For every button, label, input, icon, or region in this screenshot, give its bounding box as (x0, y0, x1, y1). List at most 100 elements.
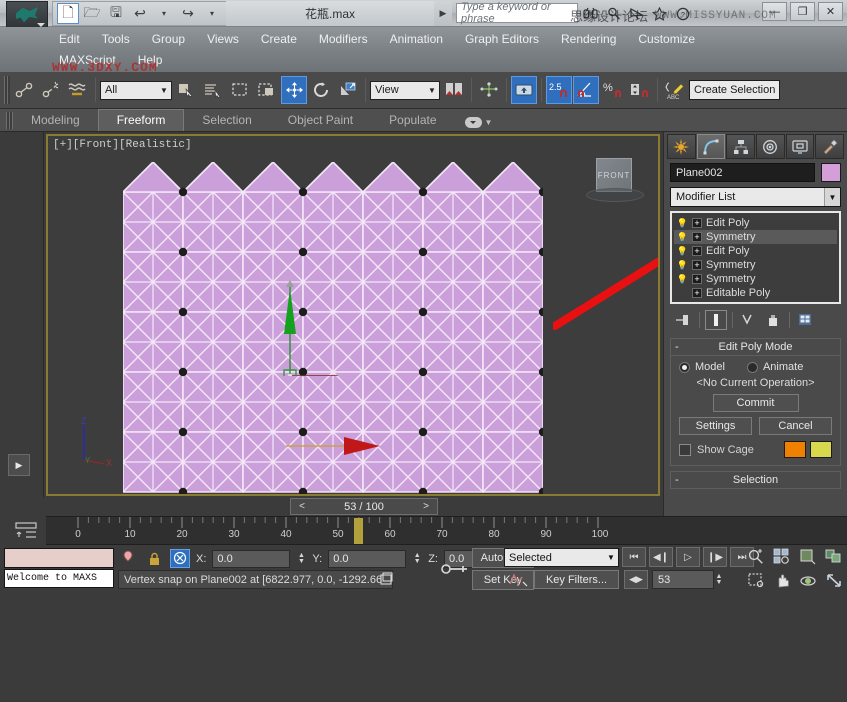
menu-item-views[interactable]: Views (196, 29, 250, 49)
key-curve-icon[interactable] (506, 570, 530, 589)
binoculars-icon[interactable] (582, 4, 599, 23)
ribbon-tab-selection[interactable]: Selection (184, 110, 269, 131)
current-frame-field[interactable]: 53 (652, 570, 714, 589)
edit-named-selection-sets-icon[interactable]: ABC (662, 76, 688, 104)
go-to-start-icon[interactable]: ⏮ (622, 547, 646, 567)
modifier-stack-row-5[interactable]: 💡 + Editable Poly (674, 286, 837, 300)
modifier-stack[interactable]: 💡 + Edit Poly 💡 + Symmetry 💡 + Edit Poly… (670, 211, 841, 304)
favorites-star-icon[interactable] (651, 4, 668, 23)
menu-item-rendering[interactable]: Rendering (550, 29, 627, 49)
chevron-down-icon[interactable]: ▼ (824, 188, 840, 206)
expand-plus-icon[interactable]: + (692, 260, 702, 270)
light-bulb-icon[interactable]: 💡 (677, 246, 688, 257)
open-file-icon[interactable]: 🗁 (81, 3, 103, 24)
field-of-view-icon[interactable] (745, 570, 767, 591)
coordinate-system-dropdown[interactable]: View ▼ (370, 81, 440, 100)
rectangular-selection-region-icon[interactable] (227, 76, 253, 104)
light-bulb-icon[interactable]: 💡 (677, 260, 688, 271)
zoom-region-icon[interactable] (823, 546, 845, 567)
ribbon-tab-freeform[interactable]: Freeform (98, 109, 185, 131)
selection-lock-toggle-icon[interactable] (144, 549, 164, 568)
prev-frame-arrow[interactable]: < (291, 499, 313, 514)
motion-tab[interactable] (756, 134, 785, 159)
selection-rollout-header[interactable]: - Selection (670, 471, 841, 489)
expand-plus-icon[interactable]: + (692, 232, 702, 242)
ribbon-collapse-icon[interactable] (465, 117, 482, 128)
view-cube-compass-ring[interactable] (586, 188, 644, 202)
menu-item-animation[interactable]: Animation (379, 29, 454, 49)
key-mode-dropdown[interactable]: Selected ▼ (504, 548, 619, 567)
show-cage-checkbox[interactable] (679, 444, 691, 456)
ribbon-tab-modeling[interactable]: Modeling (13, 110, 98, 131)
viewport-front[interactable]: [+][Front][Realistic] (46, 134, 660, 496)
bind-to-space-warp-icon[interactable] (65, 76, 91, 104)
transform-gizmo[interactable] (218, 236, 348, 376)
menu-item-group[interactable]: Group (141, 29, 196, 49)
adaptive-degradation-icon[interactable] (378, 571, 395, 587)
make-unique-icon[interactable] (738, 310, 760, 330)
rollout-collapse-icon[interactable]: - (675, 341, 679, 353)
zoom-all-icon[interactable] (771, 546, 793, 567)
next-frame-icon[interactable]: ❙▶ (703, 547, 727, 567)
redo-dropdown-icon[interactable]: ▾ (201, 3, 223, 24)
remove-modifier-icon[interactable] (762, 310, 784, 330)
play-animation-icon[interactable]: ▷ (676, 547, 700, 567)
select-and-scale-icon[interactable] (335, 76, 361, 104)
zoom-icon[interactable] (745, 546, 767, 567)
select-and-manipulate-icon[interactable] (476, 76, 502, 104)
select-and-rotate-icon[interactable] (308, 76, 334, 104)
pan-view-icon[interactable] (771, 570, 793, 591)
view-cube[interactable]: FRONT (586, 156, 644, 208)
selection-lock-pin-icon[interactable] (118, 549, 138, 568)
toolbar-grip[interactable] (4, 76, 10, 104)
title-overflow-arrow-icon[interactable]: ▶ (434, 1, 452, 26)
select-and-move-icon[interactable] (281, 76, 307, 104)
absolute-relative-transform-icon[interactable] (170, 549, 190, 568)
cancel-button[interactable]: Cancel (759, 417, 832, 435)
maxscript-mini-listener-pink[interactable] (4, 548, 114, 568)
light-bulb-icon[interactable]: 💡 (677, 218, 688, 229)
current-frame-spinner[interactable]: ▲▼ (714, 570, 724, 589)
modify-tab[interactable] (697, 134, 726, 159)
y-coord-field[interactable]: 0.0 (328, 550, 406, 568)
pin-stack-icon[interactable] (672, 310, 694, 330)
viewport-label[interactable]: [+][Front][Realistic] (53, 139, 192, 151)
hierarchy-tab[interactable] (726, 134, 755, 159)
utilities-tab[interactable] (815, 134, 844, 159)
angle-snap-toggle-icon[interactable] (573, 76, 599, 104)
light-bulb-icon[interactable]: 💡 (677, 232, 688, 243)
y-spinner[interactable]: ▲▼ (412, 550, 422, 568)
modifier-stack-row-0[interactable]: 💡 + Edit Poly (674, 216, 837, 230)
save-file-icon[interactable]: 🖫 (105, 3, 127, 24)
zoom-extents-icon[interactable] (797, 546, 819, 567)
close-button[interactable]: ✕ (818, 2, 843, 21)
x-spinner[interactable]: ▲▼ (296, 550, 306, 568)
radio-animate[interactable]: Animate (747, 361, 803, 373)
x-coord-field[interactable]: 0.0 (212, 550, 290, 568)
open-mini-curve-editor-icon[interactable] (12, 517, 40, 543)
new-file-icon[interactable]: 🗋 (57, 3, 79, 24)
expand-plus-icon[interactable]: + (692, 288, 702, 298)
menu-item-create[interactable]: Create (250, 29, 308, 49)
keyboard-shortcut-override-icon[interactable] (511, 76, 537, 104)
percent-snap-toggle-icon[interactable]: % (600, 76, 626, 104)
create-selection-set-input[interactable]: Create Selection (689, 80, 780, 100)
menu-item-maxscript[interactable]: MAXScript (48, 50, 127, 70)
menu-item-graph-editors[interactable]: Graph Editors (454, 29, 550, 49)
spinner-snap-toggle-icon[interactable] (627, 76, 653, 104)
selection-filter-dropdown[interactable]: All ▼ (100, 81, 172, 100)
select-object-icon[interactable] (173, 76, 199, 104)
select-and-link-icon[interactable] (11, 76, 37, 104)
previous-frame-icon[interactable]: ◀❙ (649, 547, 673, 567)
menu-item-tools[interactable]: Tools (91, 29, 141, 49)
ribbon-tab-object-paint[interactable]: Object Paint (270, 110, 371, 131)
display-tab[interactable] (786, 134, 815, 159)
expand-panel-icon[interactable]: ▶ (8, 454, 30, 476)
frame-slider[interactable]: < 53 / 100 > (290, 498, 438, 515)
undo-icon[interactable]: ↩ (129, 3, 151, 24)
cage-color-swatch-2[interactable] (810, 441, 832, 458)
ribbon-tab-populate[interactable]: Populate (371, 110, 454, 131)
ribbon-minimize-control[interactable]: ▼ (465, 117, 493, 131)
radio-model[interactable]: Model (679, 361, 725, 373)
redo-icon[interactable]: ↪ (177, 3, 199, 24)
